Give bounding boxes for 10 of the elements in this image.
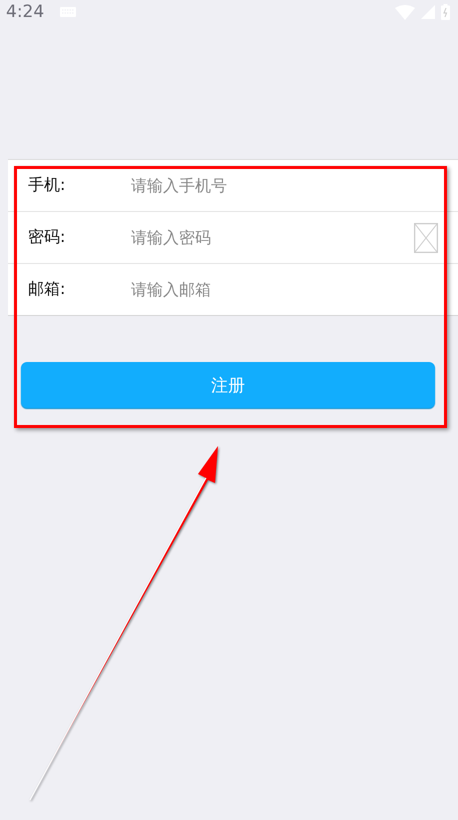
field-label: 密码: <box>28 227 66 248</box>
broken-image-icon[interactable] <box>414 222 438 252</box>
field-label: 手机: <box>28 175 66 196</box>
input-field[interactable]: 请输入密码 <box>131 222 414 252</box>
input-field[interactable]: 请输入邮箱 <box>131 274 458 304</box>
register-button[interactable]: 注册 <box>21 362 435 408</box>
input-field[interactable]: 请输入手机号 <box>131 170 458 200</box>
field-label: 邮箱: <box>28 279 66 300</box>
battery-icon <box>441 4 450 20</box>
status-time: 4:24 <box>6 2 44 22</box>
